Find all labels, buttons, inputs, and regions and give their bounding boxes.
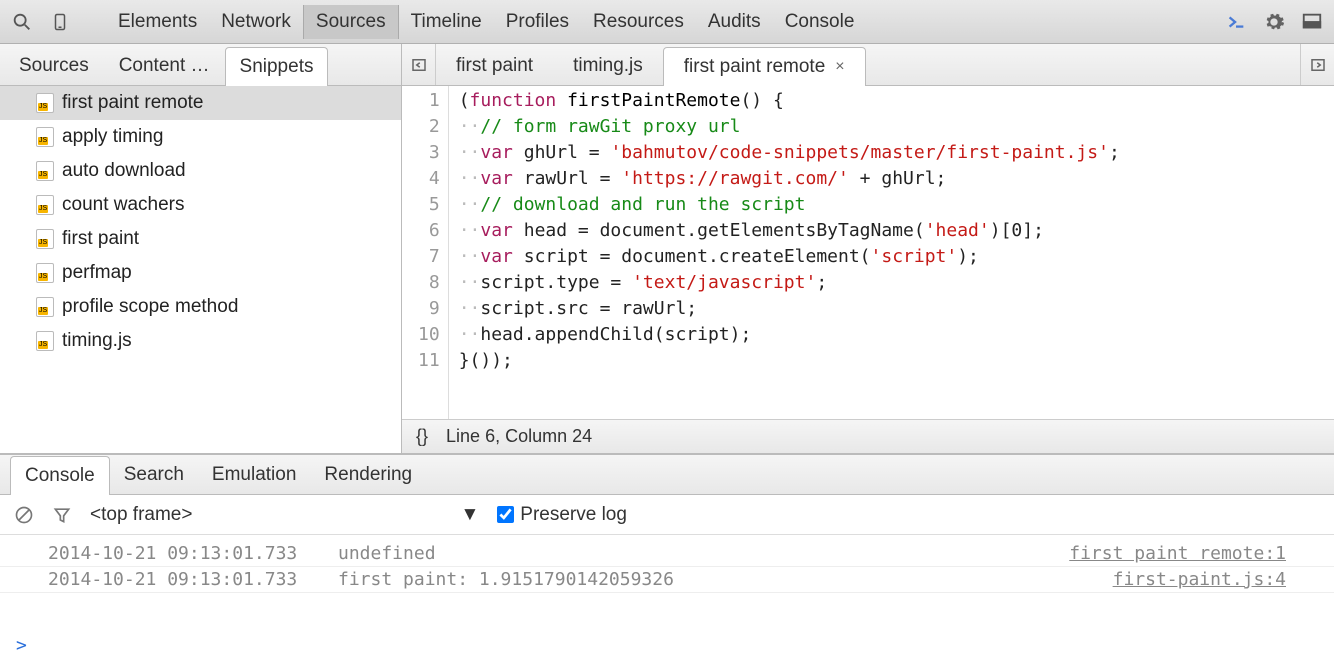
frame-selector[interactable]: <top frame> — [90, 504, 192, 526]
panel-tab-resources[interactable]: Resources — [581, 5, 696, 39]
snippet-label: timing.js — [62, 330, 132, 352]
main-split: SourcesContent …Snippets first paint rem… — [0, 44, 1334, 454]
editor-tab-bar: first paint timing.js first paint remote × — [402, 44, 1334, 86]
js-file-icon — [36, 263, 54, 283]
preserve-log-input[interactable] — [497, 506, 514, 523]
code-editor[interactable]: 1234567891011 (function firstPaintRemote… — [402, 86, 1334, 419]
console-row: 2014-10-21 09:13:01.733first paint: 1.91… — [0, 567, 1334, 593]
editor-tab-label: timing.js — [573, 55, 643, 77]
snippet-label: first paint remote — [62, 92, 204, 114]
snippet-item[interactable]: first paint — [0, 222, 401, 256]
editor-statusbar: {} Line 6, Column 24 — [402, 419, 1334, 453]
console-toolbar: <top frame> ▼ Preserve log — [0, 495, 1334, 535]
filter-icon[interactable] — [52, 505, 72, 525]
console-timestamp: 2014-10-21 09:13:01.733 — [48, 569, 338, 590]
panel-tab-audits[interactable]: Audits — [696, 5, 773, 39]
panel-tab-network[interactable]: Network — [209, 5, 303, 39]
snippet-item[interactable]: timing.js — [0, 324, 401, 358]
js-file-icon — [36, 195, 54, 215]
gear-icon[interactable] — [1262, 10, 1286, 34]
js-file-icon — [36, 331, 54, 351]
editor-tab-label: first paint remote — [684, 56, 826, 78]
snippet-label: first paint — [62, 228, 139, 250]
snippet-item[interactable]: apply timing — [0, 120, 401, 154]
snippet-label: auto download — [62, 160, 186, 182]
console-output: 2014-10-21 09:13:01.733undefinedfirst pa… — [0, 535, 1334, 631]
console-message: first paint: 1.9151790142059326 — [338, 569, 1113, 590]
snippets-list: first paint remote apply timing auto downl… — [0, 86, 401, 453]
drawer-tab-search[interactable]: Search — [110, 456, 198, 494]
snippet-label: apply timing — [62, 126, 163, 148]
js-file-icon — [36, 161, 54, 181]
console-timestamp: 2014-10-21 09:13:01.733 — [48, 543, 338, 564]
nav-forward-icon[interactable] — [1300, 44, 1334, 85]
snippet-item[interactable]: count wachers — [0, 188, 401, 222]
dock-icon[interactable] — [1300, 10, 1324, 34]
snippet-item[interactable]: profile scope method — [0, 290, 401, 324]
drawer-tab-console[interactable]: Console — [10, 456, 110, 495]
device-icon[interactable] — [48, 10, 72, 34]
editor-panel: first painttiming.jsfirst paint remote× … — [402, 44, 1334, 453]
preserve-log-checkbox[interactable]: Preserve log — [497, 504, 627, 526]
snippet-label: perfmap — [62, 262, 132, 284]
snippet-label: count wachers — [62, 194, 185, 216]
show-console-icon[interactable] — [1224, 10, 1248, 34]
js-file-icon — [36, 93, 54, 113]
search-icon[interactable] — [10, 10, 34, 34]
line-gutter: 1234567891011 — [402, 86, 449, 419]
nav-back-icon[interactable] — [402, 44, 436, 85]
pretty-print-icon[interactable]: {} — [416, 426, 428, 447]
frame-dropdown-icon[interactable]: ▼ — [460, 504, 479, 526]
snippet-item[interactable]: first paint remote — [0, 86, 401, 120]
code-content[interactable]: (function firstPaintRemote() {··// form … — [449, 86, 1130, 419]
console-source-link[interactable]: first paint remote:1 — [1069, 543, 1286, 564]
drawer-tabs: ConsoleSearchEmulationRendering — [0, 455, 1334, 495]
panel-tab-sources[interactable]: Sources — [303, 5, 399, 39]
snippet-item[interactable]: auto download — [0, 154, 401, 188]
js-file-icon — [36, 297, 54, 317]
drawer: ConsoleSearchEmulationRendering <top fra… — [0, 454, 1334, 660]
js-file-icon — [36, 127, 54, 147]
panel-tab-profiles[interactable]: Profiles — [494, 5, 581, 39]
js-file-icon — [36, 229, 54, 249]
devtools-toolbar: ElementsNetworkSourcesTimelineProfilesRe… — [0, 0, 1334, 44]
navigator-tabs: SourcesContent …Snippets — [0, 44, 401, 86]
close-icon[interactable]: × — [835, 58, 844, 76]
drawer-tab-emulation[interactable]: Emulation — [198, 456, 311, 494]
navigator-tab[interactable]: Snippets — [225, 47, 329, 86]
snippet-item[interactable]: perfmap — [0, 256, 401, 290]
navigator-tab[interactable]: Content … — [104, 46, 225, 85]
editor-tab[interactable]: first paint remote × — [663, 47, 866, 86]
console-prompt[interactable]: > — [0, 631, 1334, 660]
preserve-log-label: Preserve log — [520, 504, 627, 526]
cursor-position: Line 6, Column 24 — [446, 426, 592, 447]
panel-tab-console[interactable]: Console — [773, 5, 867, 39]
panel-tab-elements[interactable]: Elements — [106, 5, 209, 39]
snippet-label: profile scope method — [62, 296, 238, 318]
clear-console-icon[interactable] — [14, 505, 34, 525]
navigator-panel: SourcesContent …Snippets first paint rem… — [0, 44, 402, 453]
console-message: undefined — [338, 543, 1069, 564]
toolbar-right — [1224, 10, 1324, 34]
console-row: 2014-10-21 09:13:01.733undefinedfirst pa… — [0, 541, 1334, 567]
console-source-link[interactable]: first-paint.js:4 — [1113, 569, 1286, 590]
panel-tab-timeline[interactable]: Timeline — [399, 5, 494, 39]
editor-tab-label: first paint — [456, 55, 533, 77]
editor-tab[interactable]: first paint — [436, 47, 553, 85]
drawer-tab-rendering[interactable]: Rendering — [310, 456, 426, 494]
devtools-panel-tabs: ElementsNetworkSourcesTimelineProfilesRe… — [106, 5, 1210, 39]
editor-tab[interactable]: timing.js — [553, 47, 663, 85]
frame-selector-label: <top frame> — [90, 504, 192, 526]
navigator-tab[interactable]: Sources — [4, 46, 104, 85]
